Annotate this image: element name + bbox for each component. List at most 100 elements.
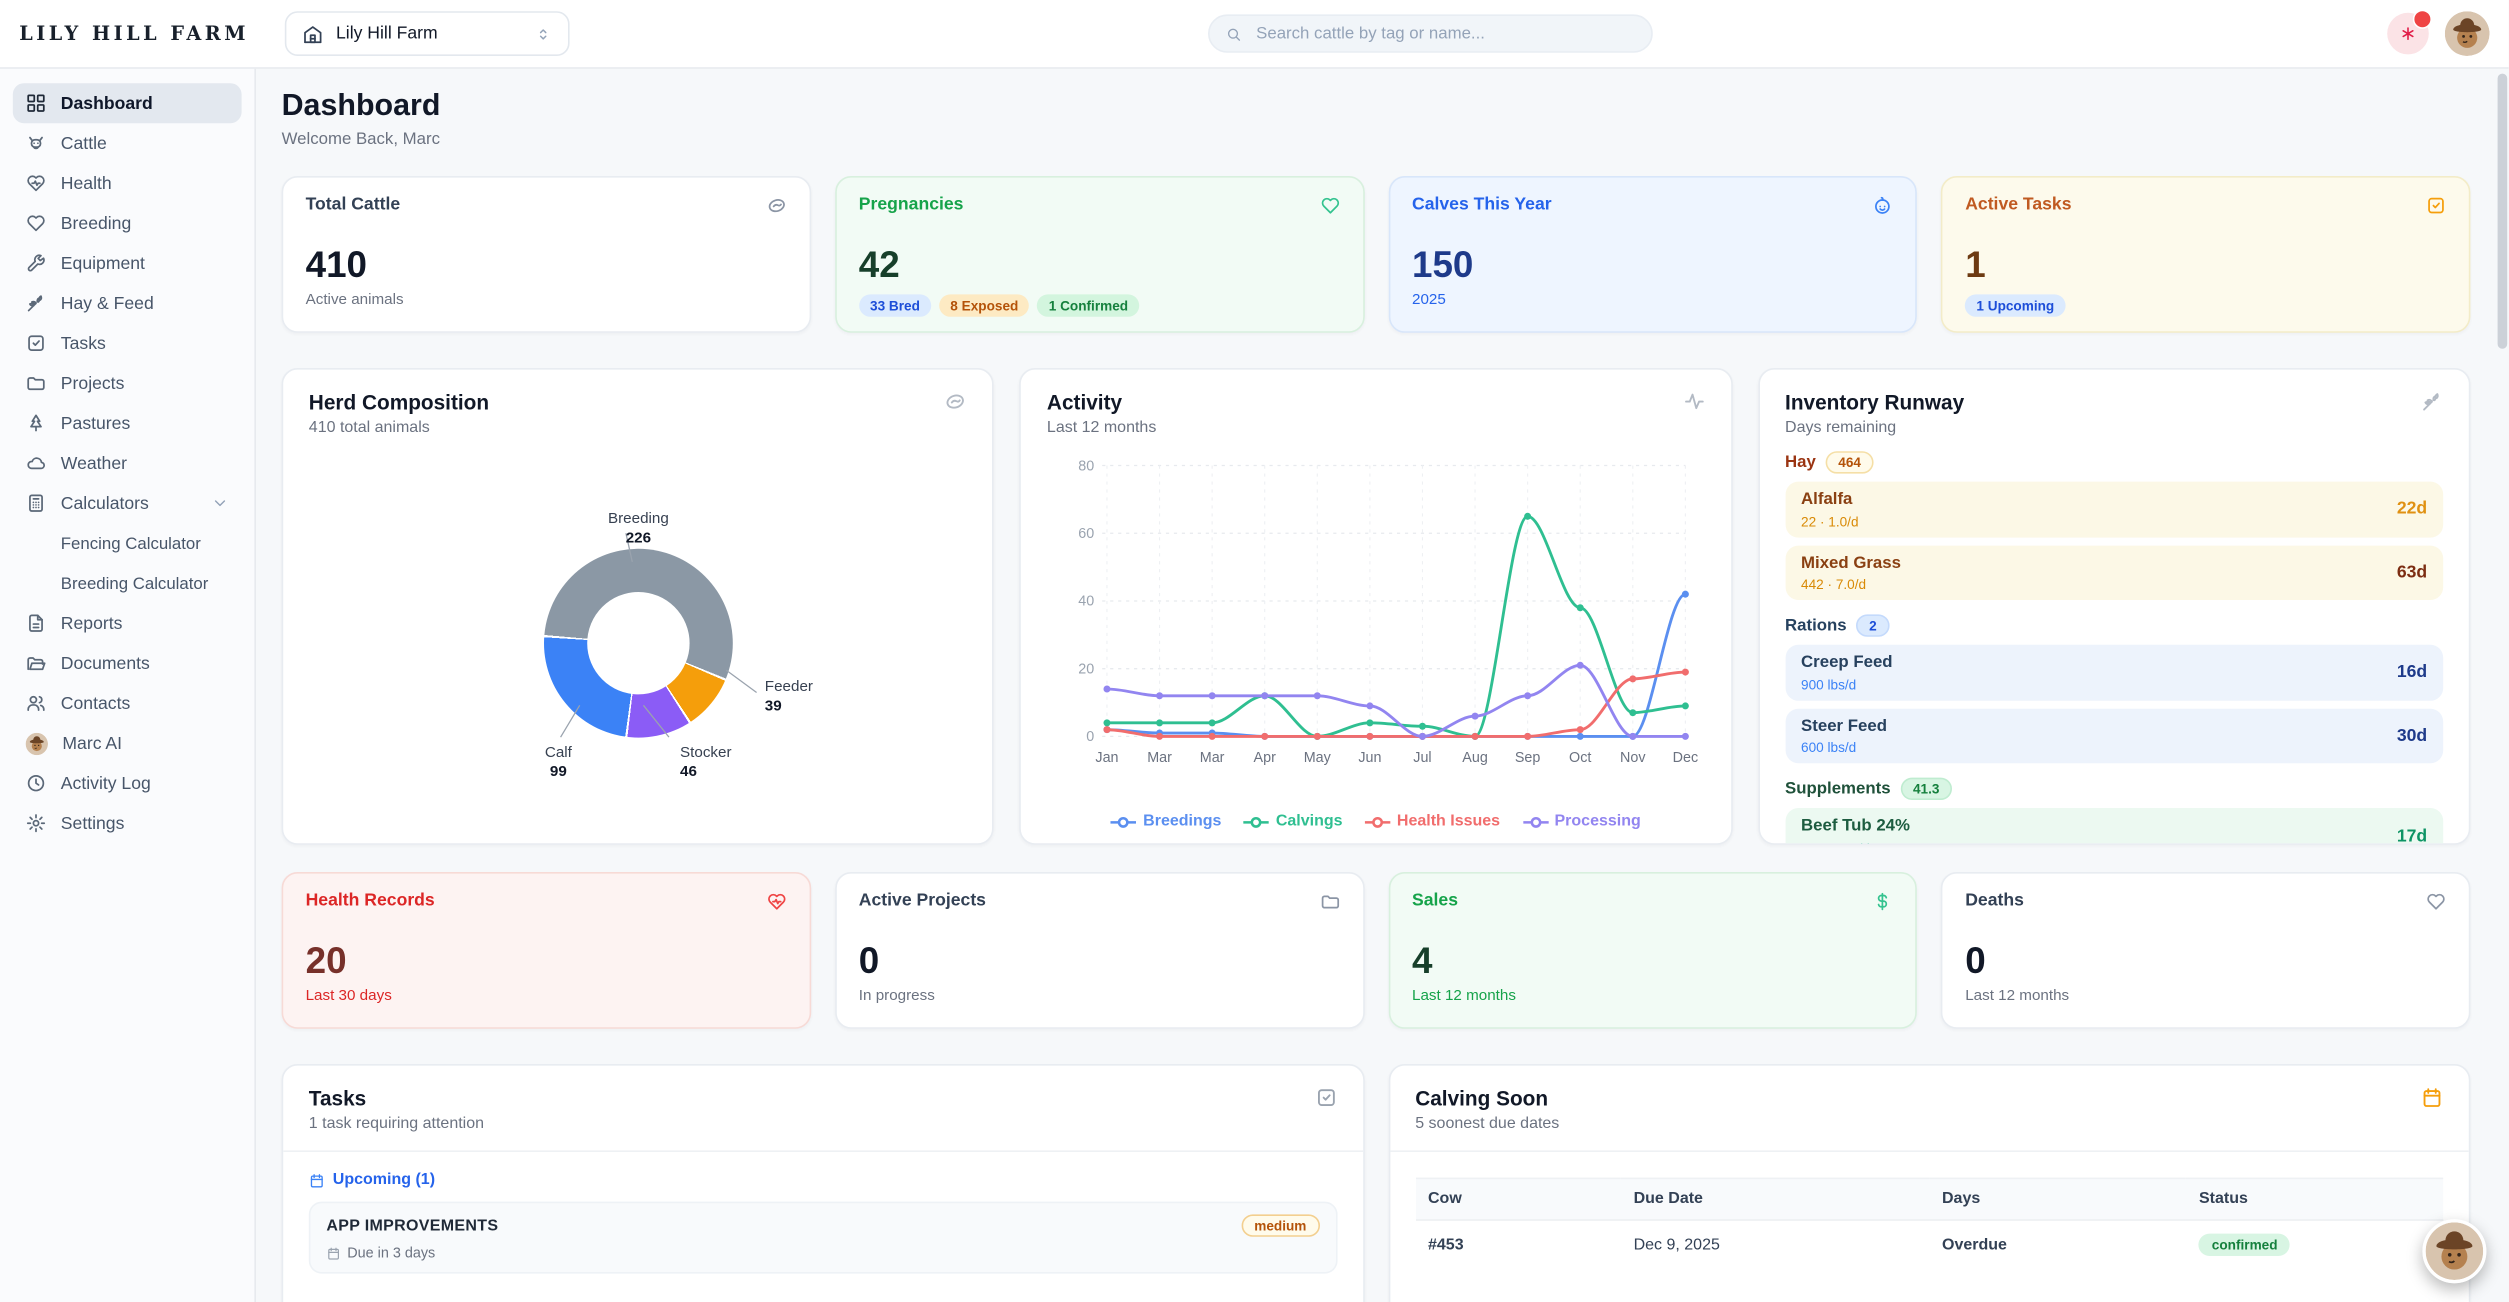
sidebar-item-dashboard[interactable]: Dashboard bbox=[13, 83, 242, 123]
inventory-item-info: Steer Feed600 lbs/d bbox=[1801, 716, 1887, 755]
status-cell: confirmed bbox=[2186, 1220, 2443, 1269]
activity-panel-subtitle: Last 12 months bbox=[1047, 419, 1156, 437]
inventory-section-header: Rations2 bbox=[1785, 615, 2443, 637]
stat-card-value: 42 bbox=[859, 246, 1340, 283]
user-avatar[interactable] bbox=[2445, 11, 2490, 56]
stat-card-title: Total Cattle bbox=[306, 195, 401, 214]
sidebar-item-label: Calculators bbox=[61, 494, 149, 513]
card-header: Calves This Year bbox=[1412, 195, 1893, 216]
sidebar: DashboardCattleHealthBreedingEquipment Ha… bbox=[0, 67, 256, 1302]
donut-label-breeding: Breeding226 bbox=[574, 510, 702, 548]
sidebar-item-weather[interactable]: Weather bbox=[13, 443, 242, 483]
task-due-text: Due in 3 days bbox=[347, 1245, 435, 1261]
legend-marker-icon bbox=[1244, 815, 1270, 828]
sidebar-item-projects[interactable]: Projects bbox=[13, 363, 242, 403]
inventory-item-row[interactable]: Mixed Grass442 · 7.0/d63d bbox=[1785, 545, 2443, 600]
svg-text:Sep: Sep bbox=[1515, 750, 1541, 766]
segment-value: 226 bbox=[574, 529, 702, 548]
status-badge: 8 Exposed bbox=[939, 294, 1029, 316]
legend-marker-icon bbox=[1523, 815, 1549, 828]
legend-item-breedings: Breedings bbox=[1111, 813, 1221, 831]
stat-card-value: 4 bbox=[1412, 942, 1893, 979]
tasks-panel-title: Tasks bbox=[309, 1086, 484, 1110]
stat-card-title: Deaths bbox=[1965, 891, 2024, 910]
inventory-item-info: Beef Tub 24%4.3 · 0.25/d bbox=[1801, 817, 1910, 845]
segment-value: 46 bbox=[680, 763, 792, 782]
stat-cards-row-2: Health Records20Last 30 daysActive Proje… bbox=[282, 872, 2471, 1029]
inventory-sections: Hay464 Alfalfa22 · 1.0/d22d Mixed Grass442… bbox=[1785, 451, 2443, 845]
notification-badge bbox=[2413, 10, 2432, 29]
inventory-item-detail: 600 lbs/d bbox=[1801, 740, 1887, 756]
stat-card-title: Active Projects bbox=[859, 891, 986, 910]
donut-label-feeder: Feeder39 bbox=[765, 678, 877, 716]
inventory-days-remaining: 30d bbox=[2397, 727, 2427, 746]
welcome-message: Welcome Back, Marc bbox=[282, 130, 2471, 149]
inventory-runway-panel: Inventory Runway Days remaining Hay464Al… bbox=[1758, 368, 2471, 845]
stat-card-subtitle: Last 12 months bbox=[1965, 987, 2446, 1005]
sidebar-item-calculators[interactable]: Calculators bbox=[13, 483, 242, 523]
sidebar-item-settings[interactable]: Settings bbox=[13, 803, 242, 843]
inventory-item-row[interactable]: Creep Feed900 lbs/d16d bbox=[1785, 645, 2443, 700]
beef-icon bbox=[766, 195, 787, 216]
segment-label: Feeder bbox=[765, 678, 813, 696]
wheat-icon bbox=[2421, 390, 2443, 412]
clock-icon bbox=[26, 773, 47, 794]
stat-card-subtitle: In progress bbox=[859, 987, 1340, 1005]
sidebar-item-breeding[interactable]: Breeding bbox=[13, 203, 242, 243]
search-input[interactable] bbox=[1253, 22, 1635, 44]
inventory-item-detail: 442 · 7.0/d bbox=[1801, 576, 1901, 592]
inventory-section-header: Supplements41.3 bbox=[1785, 778, 2443, 800]
sidebar-item-contacts[interactable]: Contacts bbox=[13, 683, 242, 723]
upcoming-section-label: Upcoming (1) bbox=[309, 1171, 1337, 1189]
stat-card-badges: 1 Upcoming bbox=[1965, 294, 2446, 316]
sidebar-item-pastures[interactable]: Pastures bbox=[13, 403, 242, 443]
sidebar-item-hay-feed[interactable]: Hay & Feed bbox=[13, 283, 242, 323]
check-square-icon bbox=[2426, 195, 2447, 216]
sidebar-item-marc-ai[interactable]: Marc AI bbox=[13, 723, 242, 763]
search-bar bbox=[1208, 14, 1653, 52]
assistant-avatar-fab[interactable] bbox=[2422, 1219, 2486, 1283]
cow-tag: #453 bbox=[1415, 1220, 1621, 1269]
inventory-item-detail: 900 lbs/d bbox=[1801, 676, 1893, 692]
sidebar-item-activity-log[interactable]: Activity Log bbox=[13, 763, 242, 803]
sidebar-item-tasks[interactable]: Tasks bbox=[13, 323, 242, 363]
inventory-item-row[interactable]: Beef Tub 24%4.3 · 0.25/d17d bbox=[1785, 809, 2443, 845]
sidebar-item-documents[interactable]: Documents bbox=[13, 643, 242, 683]
task-row[interactable]: APP IMPROVEMENTS medium Due in 3 days bbox=[309, 1202, 1337, 1274]
svg-text:Jun: Jun bbox=[1359, 750, 1382, 766]
stat-card-value: 150 bbox=[1412, 246, 1893, 283]
sidebar-item-breeding-calculator[interactable]: Breeding Calculator bbox=[13, 563, 242, 603]
card-header: Deaths bbox=[1965, 891, 2446, 912]
sidebar-item-label: Tasks bbox=[61, 334, 106, 353]
stat-card-active-projects: Active Projects0In progress bbox=[835, 872, 1364, 1029]
sidebar-item-health[interactable]: Health bbox=[13, 163, 242, 203]
inventory-item-name: Creep Feed bbox=[1801, 653, 1893, 673]
chevron-down-icon bbox=[211, 494, 229, 512]
donut-label-stocker: Stocker46 bbox=[680, 744, 792, 782]
calendar-icon bbox=[326, 1246, 340, 1260]
folder-open-icon bbox=[26, 653, 47, 674]
legend-label: Calvings bbox=[1276, 813, 1343, 831]
chart-legend: BreedingsCalvingsHealth IssuesProcessing bbox=[1047, 813, 1705, 831]
sidebar-item-label: Hay & Feed bbox=[61, 294, 154, 313]
asterisk-icon bbox=[2398, 24, 2417, 43]
table-row[interactable]: #453Dec 9, 2025Overdueconfirmed bbox=[1415, 1220, 2443, 1269]
notifications-button[interactable] bbox=[2387, 13, 2429, 55]
inventory-item-info: Creep Feed 900 lbs/d bbox=[1801, 653, 1893, 692]
sidebar-item-cattle[interactable]: Cattle bbox=[13, 123, 242, 163]
inventory-item-row[interactable]: Alfalfa22 · 1.0/d22d bbox=[1785, 482, 2443, 537]
donut-label-calf: Calf99 bbox=[514, 744, 604, 782]
upcoming-label-text: Upcoming (1) bbox=[333, 1171, 435, 1189]
farm-selector[interactable]: Lily Hill Farm bbox=[285, 11, 570, 56]
stat-card-value: 0 bbox=[1965, 942, 2446, 979]
inventory-item-name: Beef Tub 24% bbox=[1801, 817, 1910, 837]
sidebar-item-fencing-calculator[interactable]: Fencing Calculator bbox=[13, 523, 242, 563]
dashboard-icon bbox=[26, 93, 47, 114]
calving-panel-title: Calving Soon bbox=[1415, 1086, 1559, 1110]
panel-header: Calving Soon 5 soonest due dates bbox=[1390, 1066, 2469, 1152]
scrollbar-thumb[interactable] bbox=[2498, 74, 2508, 349]
inventory-item-row[interactable]: Steer Feed600 lbs/d 30d bbox=[1785, 708, 2443, 763]
sidebar-item-equipment[interactable]: Equipment bbox=[13, 243, 242, 283]
inventory-section-header: Hay464 bbox=[1785, 451, 2443, 473]
sidebar-item-reports[interactable]: Reports bbox=[13, 603, 242, 643]
